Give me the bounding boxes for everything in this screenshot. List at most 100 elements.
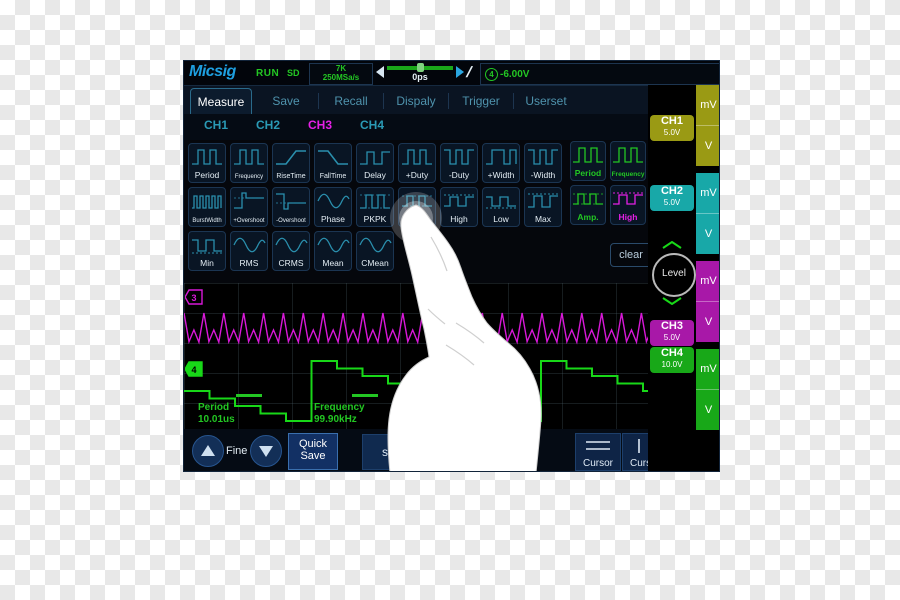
- menu-tab-userset[interactable]: Userset: [515, 88, 577, 114]
- selected-measure-label: Frequency: [611, 171, 645, 178]
- level-up-arrow-icon[interactable]: [662, 241, 682, 249]
- measure-button-width[interactable]: -Width: [524, 143, 562, 183]
- ch3-position-marker[interactable]: 3: [185, 289, 203, 305]
- tab-divider: [318, 93, 319, 109]
- low-icon: [483, 190, 519, 212]
- measure-button-risetime[interactable]: RiseTime: [272, 143, 310, 183]
- timebase-button[interactable]: 2us: [408, 434, 454, 470]
- acquisition-info[interactable]: 7K 250MSa/s: [309, 63, 373, 85]
- selected-measure-frequency[interactable]: Frequency: [610, 141, 646, 181]
- pulse-icon: [571, 144, 605, 166]
- measure-button-label: CRMS: [278, 258, 304, 268]
- measure-button-low[interactable]: Low: [482, 187, 520, 227]
- measure-button-phase[interactable]: Phase: [314, 187, 352, 227]
- measure-button-label: -Overshoot: [276, 218, 306, 224]
- decrease-button[interactable]: [250, 435, 282, 467]
- channel-badge-ch3[interactable]: CH3 5.0V: [650, 320, 694, 346]
- scale-v-button-ch3[interactable]: V: [696, 302, 719, 342]
- measure-button-width[interactable]: +Width: [482, 143, 520, 183]
- fine-label: Fine: [226, 445, 248, 457]
- delay-position-value: 0ps: [412, 72, 428, 82]
- measure-button-label: BurstWidth: [192, 218, 222, 224]
- run-state-label[interactable]: RUN: [256, 68, 279, 79]
- measure-button-period[interactable]: Period: [188, 143, 226, 183]
- measure-button-falltime[interactable]: FallTime: [314, 143, 352, 183]
- channel-badge-id: CH3: [660, 320, 683, 332]
- measure-button-min[interactable]: Min: [188, 231, 226, 271]
- menu-tab-trigger[interactable]: Trigger: [450, 88, 512, 114]
- slider-knob[interactable]: [417, 63, 424, 72]
- measurement-readouts: Period 10.01us Frequency 99.90kHz Amplitude 8…: [184, 394, 719, 428]
- bottom-toolbar: Fine Quick Save s 2us Cursor Cursor: [184, 429, 719, 471]
- measure-button-burstwidth[interactable]: BurstWidth: [188, 187, 226, 227]
- scroll-left-icon[interactable]: [376, 66, 384, 78]
- channel-badge-volts: 5.0V: [663, 333, 681, 342]
- pulse-icon: [231, 146, 267, 168]
- tab-divider: [513, 93, 514, 109]
- level-down-arrow-icon[interactable]: [662, 297, 682, 305]
- measure-button-pkpk[interactable]: PKPK: [356, 187, 394, 227]
- scale-v-button-ch4[interactable]: V: [696, 390, 719, 430]
- measure-button-frequency[interactable]: Frequency: [230, 143, 268, 183]
- scale-mv-button-ch2[interactable]: mV: [696, 173, 719, 214]
- high-icon: [441, 190, 477, 212]
- selected-measure-period[interactable]: Period: [570, 141, 606, 181]
- amp-icon: [571, 188, 605, 210]
- measure-button-label: RMS: [239, 258, 259, 268]
- high-icon: [611, 188, 645, 210]
- trigger-level-knob[interactable]: Level: [652, 253, 696, 297]
- channel-tab-ch4[interactable]: CH4: [360, 118, 384, 132]
- menu-tab-save[interactable]: Save: [255, 88, 317, 114]
- scale-v-button-ch2[interactable]: V: [696, 214, 719, 254]
- measure-button-duty[interactable]: -Duty: [440, 143, 478, 183]
- delay-slider[interactable]: 0ps: [387, 63, 453, 83]
- menu-tab-dispaly[interactable]: Dispaly: [385, 88, 447, 114]
- channel-tab-ch3[interactable]: CH3: [308, 118, 332, 132]
- measure-button-label: +Duty: [405, 170, 429, 180]
- measure-button-mean[interactable]: Mean: [314, 231, 352, 271]
- measure-button-label: -Duty: [448, 170, 470, 180]
- channel-badge-ch2[interactable]: CH2 5.0V: [650, 185, 694, 211]
- menu-tab-bar: Measure Save Recall Dispaly Trigger Userset: [184, 86, 719, 114]
- channel-badge-ch1[interactable]: CH1 5.0V: [650, 115, 694, 141]
- channel-tab-ch2[interactable]: CH2: [256, 118, 280, 132]
- measure-button-cmean[interactable]: CMean: [356, 231, 394, 271]
- horizontal-cursor-button[interactable]: Cursor: [575, 433, 621, 471]
- trigger-info[interactable]: 4 -6.00V: [480, 63, 719, 85]
- scale-mv-button-ch1[interactable]: mV: [696, 85, 719, 126]
- selected-measurements-panel: High Amp. Frequency Period clear: [570, 141, 652, 276]
- measure-button-high[interactable]: High: [440, 187, 478, 227]
- menu-tab-recall[interactable]: Recall: [320, 88, 382, 114]
- clear-button[interactable]: clear: [610, 243, 652, 267]
- measure-button-overshoot[interactable]: -Overshoot: [272, 187, 310, 227]
- channel-tab-ch1[interactable]: CH1: [204, 118, 228, 132]
- amp-icon: [399, 190, 435, 212]
- measure-button-label: Period: [194, 170, 220, 180]
- increase-button[interactable]: [192, 435, 224, 467]
- scroll-right-icon[interactable]: [456, 66, 464, 78]
- channel-badge-ch4[interactable]: CH4 10.0V: [650, 347, 694, 373]
- measure-button-overshoot[interactable]: +Overshoot: [230, 187, 268, 227]
- quick-save-line2: Save: [300, 450, 326, 462]
- measure-button-crms[interactable]: CRMS: [272, 231, 310, 271]
- scale-v-button-ch1[interactable]: V: [696, 126, 719, 166]
- scale-mv-button-ch4[interactable]: mV: [696, 349, 719, 390]
- menu-tab-measure[interactable]: Measure: [190, 88, 252, 114]
- selected-measure-high[interactable]: High: [610, 185, 646, 225]
- readout-name: Amplitude: [432, 402, 481, 413]
- measure-button-duty[interactable]: +Duty: [398, 143, 436, 183]
- measure-button-amp[interactable]: Amp.: [398, 187, 436, 227]
- ch4-position-marker[interactable]: 4: [185, 361, 203, 377]
- trigger-slope-icon[interactable]: /: [464, 64, 474, 81]
- scale-mv-button-ch3[interactable]: mV: [696, 261, 719, 302]
- measure-button-rms[interactable]: RMS: [230, 231, 268, 271]
- unit-button[interactable]: s: [362, 434, 408, 470]
- overshoot-icon: [231, 190, 267, 212]
- measure-button-max[interactable]: Max: [524, 187, 562, 227]
- measure-button-delay[interactable]: Delay: [356, 143, 394, 183]
- pulse-icon: [189, 146, 225, 168]
- quick-save-button[interactable]: Quick Save: [288, 433, 338, 470]
- pulse-icon: [611, 144, 645, 166]
- sine2-icon: [315, 190, 351, 212]
- selected-measure-amp[interactable]: Amp.: [570, 185, 606, 225]
